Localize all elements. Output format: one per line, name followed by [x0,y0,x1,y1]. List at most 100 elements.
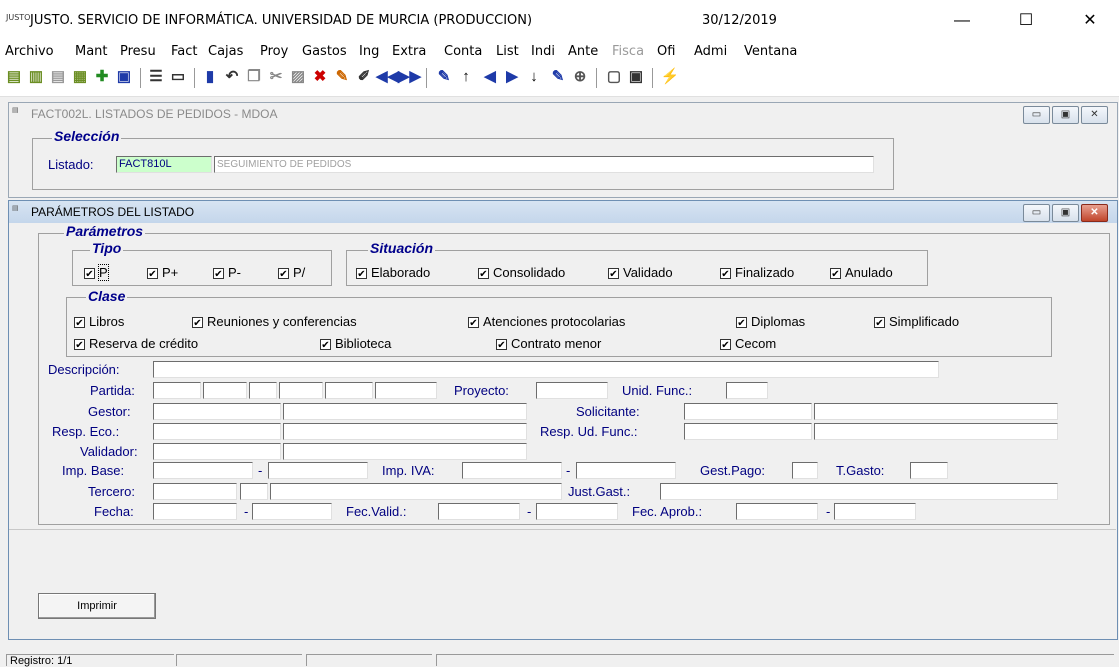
gestor-code-field[interactable] [153,403,281,420]
partida-field-3[interactable] [249,382,277,399]
partida-field-6[interactable] [375,382,437,399]
first-record-icon[interactable]: ◀◀ [376,66,399,88]
partida-field-2[interactable] [203,382,247,399]
maximize-button[interactable]: ☐ [1006,8,1046,34]
fecha-from-field[interactable] [153,503,237,520]
previous-icon[interactable]: ◀ [480,66,500,88]
close-button[interactable]: ✕ [1070,8,1110,34]
menu-archivo[interactable]: Archivo [5,44,54,59]
menu-ante[interactable]: Ante [568,44,598,59]
clase-reuniones-checkbox[interactable]: ✔ Reuniones y conferencias [192,314,357,329]
menu-fact[interactable]: Fact [171,44,198,59]
t-gasto-field[interactable] [910,462,948,479]
print-button[interactable]: Imprimir [38,593,156,619]
validador-name-field[interactable] [283,443,527,460]
clase-libros-checkbox[interactable]: ✔ Libros [74,314,124,329]
validador-code-field[interactable] [153,443,281,460]
partida-field-5[interactable] [325,382,373,399]
menu-ing[interactable]: Ing [359,44,379,59]
situacion-consolidado-checkbox[interactable]: ✔ Consolidado [478,265,565,280]
descripcion-field[interactable] [153,361,939,378]
clase-reserva-checkbox[interactable]: ✔ Reserva de crédito [74,336,198,351]
tercero-suffix-field[interactable] [240,483,268,500]
edit-icon[interactable]: ✐ [354,66,374,88]
fec-aprob-to-field[interactable] [834,503,916,520]
clase-contrato-menor-checkbox[interactable]: ✔ Contrato menor [496,336,601,351]
folder-gray-icon[interactable]: ▤ [48,66,68,88]
tercero-code-field[interactable] [153,483,237,500]
menu-fisca[interactable]: Fisca [612,44,644,59]
calculator-icon[interactable]: ▢ [604,66,624,88]
situacion-elaborado-checkbox[interactable]: ✔ Elaborado [356,265,430,280]
exit-icon[interactable]: ▮ [200,66,220,88]
situacion-finalizado-checkbox[interactable]: ✔ Finalizado [720,265,794,280]
undo-icon[interactable]: ↶ [222,66,242,88]
menu-ofi[interactable]: Ofi [657,44,675,59]
menu-extra[interactable]: Extra [392,44,426,59]
clear-icon[interactable]: ✎ [332,66,352,88]
window-minimize-button[interactable]: ▭ [1023,204,1050,222]
next-icon[interactable]: ▶ [502,66,522,88]
resp-eco-code-field[interactable] [153,423,281,440]
tipo-p-checkbox[interactable]: ✔ P [84,264,109,281]
menu-list[interactable]: List [496,44,519,59]
window-close-button[interactable]: ✕ [1081,106,1108,124]
resp-ud-func-name-field[interactable] [814,423,1058,440]
menu-gastos[interactable]: Gastos [302,44,347,59]
query-icon[interactable]: ✎ [434,66,454,88]
last-record-icon[interactable]: ▶▶ [398,66,421,88]
menu-ventana[interactable]: Ventana [744,44,797,59]
imp-iva-to-field[interactable] [576,462,676,479]
menu-presu[interactable]: Presu [120,44,156,59]
paste-icon[interactable]: ▨ [288,66,308,88]
imp-base-from-field[interactable] [153,462,253,479]
solicitante-name-field[interactable] [814,403,1058,420]
folder-arrow-icon[interactable]: ▦ [70,66,90,88]
down-arrow-icon[interactable]: ↓ [524,66,544,88]
cut-icon[interactable]: ✂ [266,66,286,88]
copy-icon[interactable]: ❐ [244,66,264,88]
fec-aprob-from-field[interactable] [736,503,818,520]
folder-open-icon[interactable]: ▥ [26,66,46,88]
situacion-validado-checkbox[interactable]: ✔ Validado [608,265,673,280]
menu-conta[interactable]: Conta [444,44,482,59]
up-arrow-icon[interactable]: ↑ [456,66,476,88]
proyecto-field[interactable] [536,382,608,399]
save-icon[interactable]: ▣ [114,66,134,88]
clase-diplomas-checkbox[interactable]: ✔ Diplomas [736,314,805,329]
tipo-pminus-checkbox[interactable]: ✔ P- [213,265,241,280]
menu-proy[interactable]: Proy [260,44,288,59]
list-icon[interactable]: ☰ [146,66,166,88]
minimize-button[interactable]: — [942,8,982,34]
tipo-pslash-checkbox[interactable]: ✔ P/ [278,265,305,280]
calendar-icon[interactable]: ⊕ [570,66,590,88]
window-minimize-button[interactable]: ▭ [1023,106,1050,124]
menu-indi[interactable]: Indi [531,44,555,59]
situacion-anulado-checkbox[interactable]: ✔ Anulado [830,265,893,280]
menu-admi[interactable]: Admi [694,44,727,59]
clase-atenciones-checkbox[interactable]: ✔ Atenciones protocolarias [468,314,625,329]
tercero-name-field[interactable] [270,483,562,500]
action-icon[interactable]: ⚡ [660,66,680,88]
menu-mant[interactable]: Mant [75,44,108,59]
clase-biblioteca-checkbox[interactable]: ✔ Biblioteca [320,336,391,351]
partida-field-1[interactable] [153,382,201,399]
clase-cecom-checkbox[interactable]: ✔ Cecom [720,336,776,351]
resp-eco-name-field[interactable] [283,423,527,440]
delete-record-icon[interactable]: ✖ [310,66,330,88]
just-gast-field[interactable] [660,483,1058,500]
folder-icon[interactable]: ▤ [4,66,24,88]
print-icon[interactable]: ▭ [168,66,188,88]
window-maximize-button[interactable]: ▣ [1052,204,1079,222]
resp-ud-func-code-field[interactable] [684,423,812,440]
unid-func-field[interactable] [726,382,768,399]
fec-valid-from-field[interactable] [438,503,520,520]
listado-description-field[interactable]: SEGUIMIENTO DE PEDIDOS [214,156,874,173]
imp-iva-from-field[interactable] [462,462,562,479]
search-icon[interactable]: ✎ [548,66,568,88]
imp-base-to-field[interactable] [268,462,368,479]
menu-cajas[interactable]: Cajas [208,44,243,59]
keyboard-icon[interactable]: ▣ [626,66,646,88]
listado-code-field[interactable]: FACT810L [116,156,212,173]
clase-simplificado-checkbox[interactable]: ✔ Simplificado [874,314,959,329]
